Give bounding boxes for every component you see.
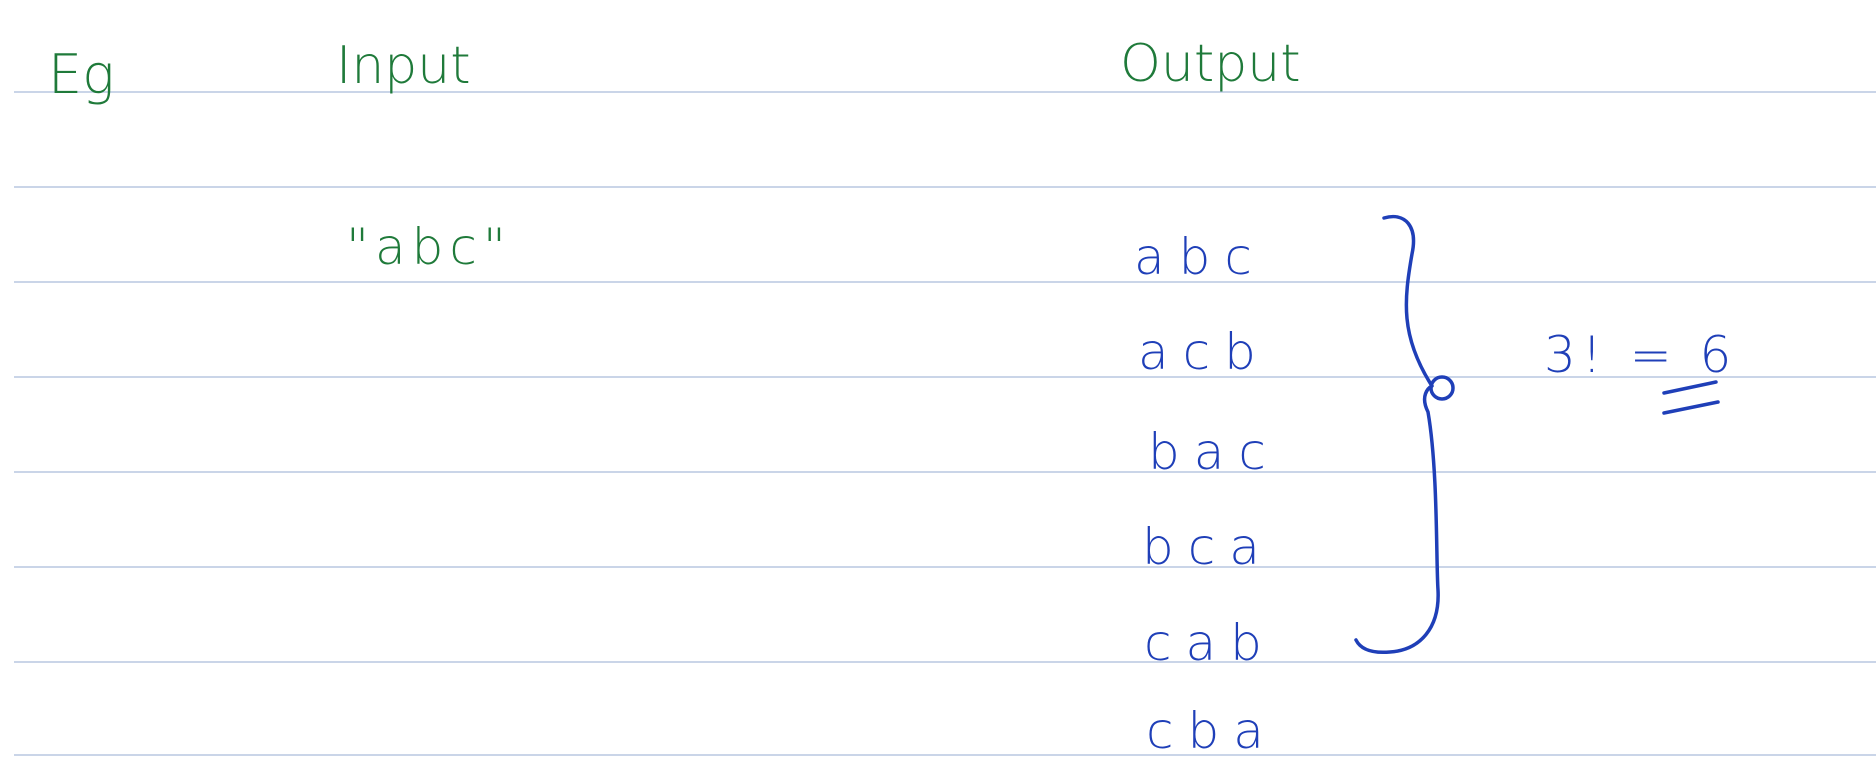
annotation-strokes: [1354, 214, 1720, 655]
notebook-page: Eg Input Output "abc" abc acb bac bca ca…: [0, 0, 1876, 758]
double-underline-icon: [1662, 380, 1720, 415]
brace-knot-icon: [1429, 375, 1455, 401]
curly-brace-icon: [1354, 214, 1440, 655]
